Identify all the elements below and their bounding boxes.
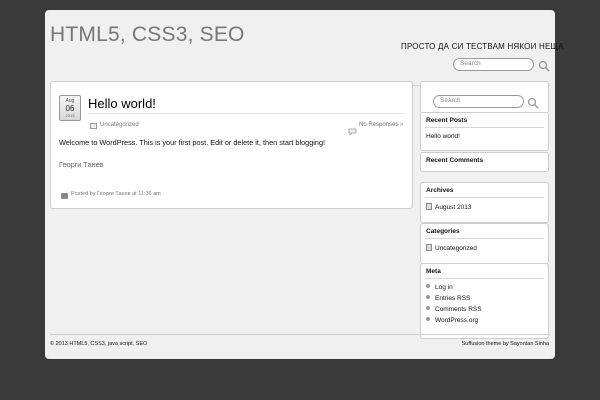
categories-title: Categories (426, 228, 460, 235)
archive-link[interactable]: August 2013 (435, 204, 472, 211)
meta-item[interactable]: Log in (426, 284, 453, 291)
meta-widget: Meta Log in Entries RSS Comments RSS Wor… (420, 263, 549, 339)
category-link[interactable]: Uncategorized (435, 245, 477, 252)
recent-comments-title: Recent Comments (426, 157, 484, 164)
post-author-signature: Георги Танев (59, 160, 104, 169)
meta-item[interactable]: Entries RSS (426, 295, 470, 302)
post-date-day: 06 (65, 104, 75, 113)
folder-icon (90, 123, 97, 129)
footer-copyright: © 2013 HTML5, CSS3, java script, SEO (50, 341, 148, 347)
post-date-year: 2013 (65, 113, 75, 118)
meta-comments-rss-link[interactable]: Comments RSS (435, 306, 482, 313)
post-byline: Posted by Георги Танев at 11:36 am (71, 191, 161, 197)
recent-post-link[interactable]: Hello world! (426, 133, 460, 140)
header-search-placeholder: Search (460, 60, 481, 67)
bullet-icon (426, 317, 430, 321)
site-description: ПРОСТО ДА СИ ТЕСТВАМ НЯКОИ НЕЩА (401, 42, 564, 51)
search-icon[interactable] (527, 97, 539, 109)
meta-login-link[interactable]: Log in (435, 284, 453, 291)
category-item[interactable]: Uncategorized (426, 244, 477, 252)
footer-divider (50, 334, 550, 335)
recent-comments-widget: Recent Comments (420, 152, 549, 172)
bullet-icon (426, 306, 430, 310)
meta-entries-rss-link[interactable]: Entries RSS (435, 295, 470, 302)
page-wrapper: HTML5, CSS3, SEO ПРОСТО ДА СИ ТЕСТВАМ НЯ… (45, 10, 564, 359)
archives-title: Archives (426, 187, 454, 194)
widget-divider (425, 127, 544, 128)
post-category-link[interactable]: Uncategorized (100, 122, 139, 128)
post-comments-link[interactable]: No Responses » (359, 122, 403, 128)
sidebar-search-widget: Search (420, 81, 549, 114)
bullet-icon (426, 284, 430, 288)
archives-widget: Archives August 2013 (420, 182, 549, 223)
meta-title: Meta (426, 268, 441, 275)
post-body: Welcome to WordPress. This is your first… (59, 138, 326, 147)
meta-wordpress-link[interactable]: WordPress.org (435, 317, 478, 324)
post-title[interactable]: Hello world! (88, 96, 156, 111)
recent-posts-widget: Recent Posts Hello world! (420, 112, 549, 151)
categories-widget: Categories Uncategorized (420, 223, 549, 264)
widget-divider (425, 238, 544, 239)
widget-divider (425, 197, 544, 198)
recent-posts-title: Recent Posts (426, 117, 468, 124)
post-article: Aug 06 2013 Hello world! Uncategorized N… (50, 81, 413, 209)
sidebar-search-placeholder: Search (440, 97, 461, 104)
calendar-icon (426, 203, 432, 210)
bullet-icon (426, 295, 430, 299)
printer-icon[interactable] (61, 193, 68, 199)
archive-item[interactable]: August 2013 (426, 203, 472, 211)
widget-divider (425, 278, 544, 279)
site-title[interactable]: HTML5, CSS3, SEO (50, 23, 245, 47)
footer-credit[interactable]: Suffusion theme by Sayontan Sinha (462, 341, 549, 347)
meta-item[interactable]: WordPress.org (426, 317, 478, 324)
search-icon[interactable] (538, 60, 550, 72)
comment-icon (348, 122, 357, 136)
sidebar-search-input[interactable]: Search (433, 95, 524, 108)
meta-item[interactable]: Comments RSS (426, 306, 482, 313)
folder-icon (426, 244, 432, 251)
post-date-badge: Aug 06 2013 (59, 95, 81, 121)
post-meta-divider (88, 113, 406, 114)
header-search-input[interactable]: Search (453, 58, 534, 71)
